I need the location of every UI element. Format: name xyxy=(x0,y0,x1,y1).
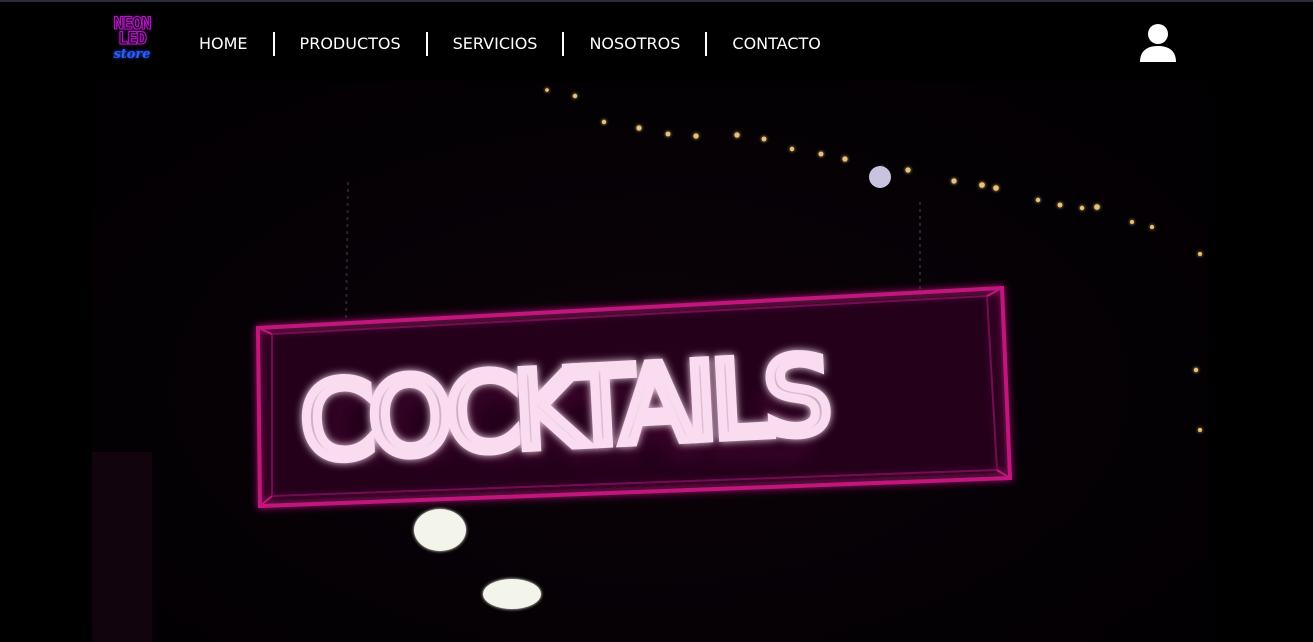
lamp-light xyxy=(414,509,466,551)
lamp-light xyxy=(483,579,541,609)
hero-image: COCKTAILS COCKTAILS xyxy=(92,88,1202,642)
main-nav: HOME PRODUCTOS SERVICIOS NOSOTROS CONTAC… xyxy=(180,30,846,58)
nav-productos[interactable]: PRODUCTOS xyxy=(275,32,426,56)
nav-nosotros[interactable]: NOSOTROS xyxy=(564,32,705,56)
moon-light xyxy=(869,166,891,188)
nav-contacto[interactable]: CONTACTO xyxy=(707,32,845,56)
nav-servicios[interactable]: SERVICIOS xyxy=(428,32,563,56)
user-icon xyxy=(1140,24,1176,62)
logo-led-text: LED xyxy=(118,29,148,49)
logo[interactable]: NEON LED store xyxy=(104,15,160,72)
logo-store-text: store xyxy=(113,47,151,62)
site-header: NEON LED store HOME PRODUCTOS SERVICIOS … xyxy=(0,2,1313,82)
nav-home[interactable]: HOME xyxy=(180,32,273,56)
user-account-button[interactable] xyxy=(1136,22,1180,66)
hero-banner: COCKTAILS COCKTAILS xyxy=(92,82,1208,642)
